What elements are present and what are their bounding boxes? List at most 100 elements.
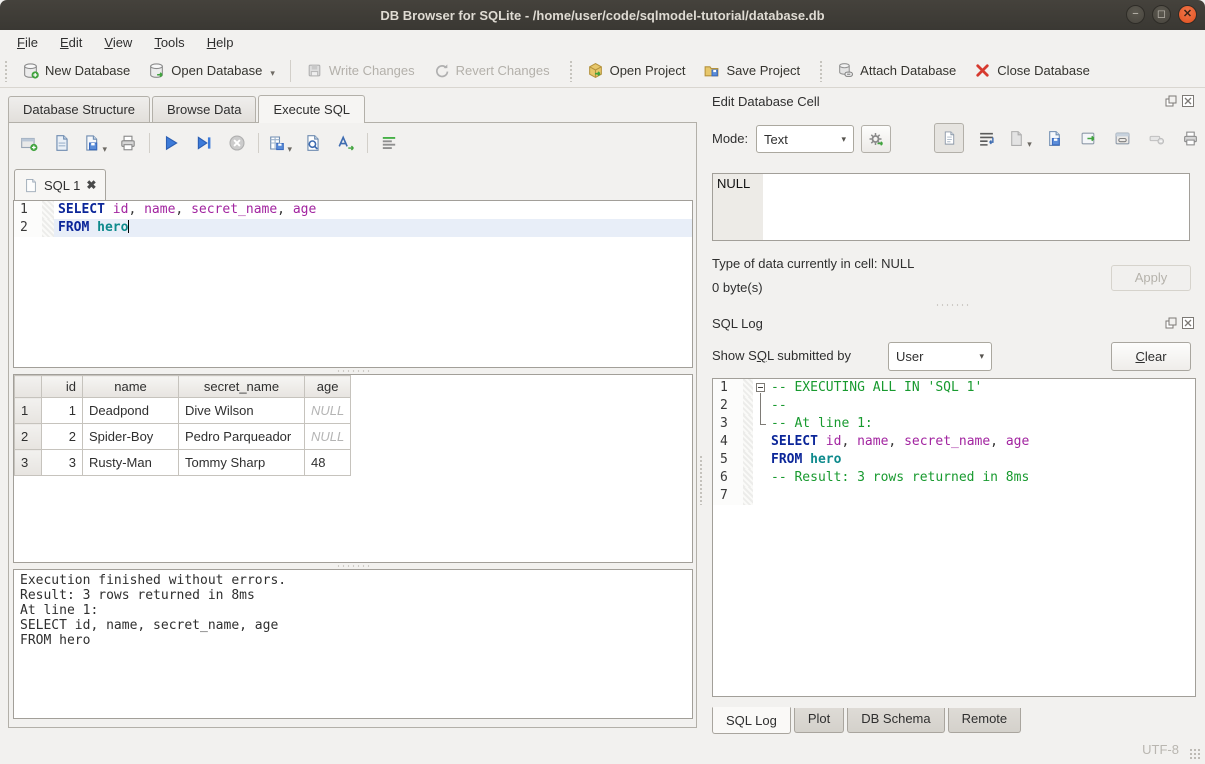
cell-id[interactable]: 3 (42, 450, 83, 476)
tab-plot[interactable]: Plot (794, 708, 844, 733)
close-sql-tab-icon[interactable]: ✖ (86, 178, 96, 192)
import-export-settings-button[interactable] (861, 125, 891, 153)
cell-editor-area[interactable] (763, 174, 1189, 240)
open-url-button[interactable] (1110, 126, 1134, 150)
toolbar-drag-handle[interactable] (819, 60, 824, 82)
maximize-button[interactable]: ◻ (1152, 5, 1171, 24)
chevron-down-icon: ▾ (979, 351, 984, 362)
minimize-button[interactable]: − (1126, 5, 1145, 24)
column-header-name[interactable]: name (83, 376, 179, 398)
auto-format-button[interactable] (334, 131, 358, 155)
results-message-splitter[interactable] (9, 563, 696, 568)
cell-secret-name[interactable]: Pedro Parqueador (179, 424, 305, 450)
column-header-age[interactable]: age (305, 376, 351, 398)
tab-execute-sql[interactable]: Execute SQL (258, 95, 365, 123)
cell-age[interactable]: NULL (305, 398, 351, 424)
row-header[interactable]: 3 (15, 450, 42, 476)
cell-id[interactable]: 2 (42, 424, 83, 450)
cell-secret-name[interactable]: Tommy Sharp (179, 450, 305, 476)
tab-sql-log[interactable]: SQL Log (712, 707, 791, 734)
import-cell-button[interactable]: ▾ (1008, 126, 1032, 150)
corner-header[interactable] (15, 376, 42, 398)
close-button[interactable]: ✕ (1178, 5, 1197, 24)
editor-results-splitter[interactable] (9, 368, 696, 373)
toolbar-drag-handle[interactable] (569, 60, 574, 82)
set-null-button[interactable] (1144, 126, 1168, 150)
execute-current-line-button[interactable] (192, 131, 216, 155)
column-header-id[interactable]: id (42, 376, 83, 398)
open-sql-file-button[interactable] (50, 131, 74, 155)
table-row: 2 2 Spider-Boy Pedro Parqueador NULL (15, 424, 351, 450)
export-cell-button[interactable] (1042, 126, 1066, 150)
cell-name[interactable]: Rusty-Man (83, 450, 179, 476)
text-mode-button[interactable] (934, 123, 964, 153)
menu-edit[interactable]: Edit (49, 32, 93, 53)
row-header[interactable]: 1 (15, 398, 42, 424)
new-sql-tab-button[interactable] (17, 131, 41, 155)
fold-collapse-icon[interactable] (756, 383, 765, 392)
cell-name[interactable]: Spider-Boy (83, 424, 179, 450)
write-changes-button[interactable]: Write Changes (297, 57, 424, 84)
fold-margin (743, 487, 753, 505)
submitted-by-select[interactable]: User ▾ (888, 342, 992, 371)
save-sql-file-button[interactable]: ▾ (83, 131, 107, 155)
sql-document-tab[interactable]: SQL 1 ✖ (14, 169, 106, 200)
titlebar[interactable]: DB Browser for SQLite - /home/user/code/… (0, 0, 1205, 30)
execute-all-button[interactable] (159, 131, 183, 155)
document-icon (942, 130, 957, 146)
resize-grip-icon[interactable] (1189, 748, 1201, 760)
dock-splitter-handle[interactable] (699, 455, 703, 505)
print-sql-button[interactable] (116, 131, 140, 155)
print-cell-button[interactable] (1178, 126, 1202, 150)
save-results-dropdown-icon[interactable]: ▾ (287, 144, 292, 155)
sql-identifier: secret_name (191, 202, 277, 217)
close-database-button[interactable]: Close Database (965, 57, 1099, 84)
menu-help[interactable]: Help (196, 32, 245, 53)
tab-db-schema[interactable]: DB Schema (847, 708, 944, 733)
find-button[interactable] (301, 131, 325, 155)
message-line: Result: 3 rows returned in 8ms (20, 588, 686, 603)
close-panel-icon[interactable] (1181, 316, 1195, 330)
open-project-button[interactable]: Open Project (578, 57, 695, 84)
sql-log-view[interactable]: 1 -- EXECUTING ALL IN 'SQL 1' 2 -- 3 -- … (712, 378, 1196, 697)
close-panel-icon[interactable] (1181, 94, 1195, 108)
tab-database-structure[interactable]: Database Structure (8, 96, 150, 122)
new-database-button[interactable]: New Database (13, 57, 139, 84)
import-dropdown-icon[interactable]: ▾ (1027, 139, 1032, 150)
clear-log-button[interactable]: Clear (1111, 342, 1191, 371)
open-database-dropdown-icon[interactable]: ▾ (270, 68, 275, 79)
dock-splitter[interactable] (706, 302, 1197, 307)
stop-execution-button[interactable] (225, 131, 249, 155)
word-wrap-button[interactable] (974, 126, 998, 150)
open-database-button[interactable]: Open Database ▾ (139, 57, 284, 84)
apply-button[interactable]: Apply (1111, 265, 1191, 291)
toolbar-drag-handle[interactable] (4, 60, 9, 82)
save-results-button[interactable]: ▾ (268, 131, 292, 155)
tab-browse-data[interactable]: Browse Data (152, 96, 256, 122)
row-header[interactable]: 2 (15, 424, 42, 450)
save-project-button[interactable]: Save Project (694, 57, 809, 84)
save-sql-dropdown-icon[interactable]: ▾ (102, 144, 107, 155)
menu-view[interactable]: View (93, 32, 143, 53)
column-header-secret-name[interactable]: secret_name (179, 376, 305, 398)
menu-file[interactable]: File (6, 32, 49, 53)
sql-identifier: id (826, 434, 842, 449)
float-panel-icon[interactable] (1164, 94, 1178, 108)
cell-age[interactable]: NULL (305, 424, 351, 450)
menu-tools[interactable]: Tools (143, 32, 195, 53)
attach-database-button[interactable]: Attach Database (828, 57, 965, 84)
sql-editor[interactable]: 1 SELECT id, name, secret_name, age 2 FR… (13, 200, 693, 368)
cell-name[interactable]: Deadpond (83, 398, 179, 424)
cell-id[interactable]: 1 (42, 398, 83, 424)
cell-secret-name[interactable]: Dive Wilson (179, 398, 305, 424)
indent-button[interactable] (377, 131, 401, 155)
open-in-external-button[interactable] (1076, 126, 1100, 150)
revert-changes-button[interactable]: Revert Changes (424, 57, 559, 84)
mode-select[interactable]: Text ▾ (756, 125, 854, 153)
tab-remote[interactable]: Remote (948, 708, 1022, 733)
log-line: 5 FROM hero (713, 451, 1195, 469)
cell-age[interactable]: 48 (305, 450, 351, 476)
editor-line-current: 2 FROM hero (14, 219, 692, 237)
cell-editor[interactable]: NULL (712, 173, 1190, 241)
float-panel-icon[interactable] (1164, 316, 1178, 330)
